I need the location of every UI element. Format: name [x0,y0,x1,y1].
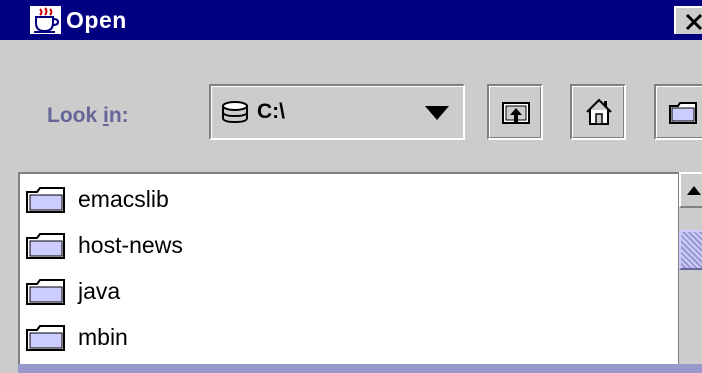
file-name: emacslib [78,186,169,212]
up-one-level-button[interactable] [487,84,543,140]
java-cup-icon [30,6,61,34]
scroll-thumb[interactable] [679,230,702,270]
file-name: mbin [78,324,128,350]
look-in-label: Look in: [47,104,129,127]
scroll-up-button[interactable] [679,172,702,208]
look-in-combo[interactable]: C:\ [209,84,465,140]
folder-icon [26,233,66,259]
folder-icon [26,279,66,305]
close-icon [685,13,702,31]
vertical-scrollbar[interactable] [678,172,702,364]
folder-icon [26,187,66,213]
folder-icon [26,325,66,351]
file-list[interactable]: emacslib host-news java mbin [18,172,678,364]
look-in-value: C:\ [257,100,285,123]
open-dialog: Open Look in: C:\ emacslib host-news jav… [0,0,702,373]
file-name: host-news [78,232,183,258]
close-button[interactable] [674,6,702,34]
chevron-down-icon[interactable] [425,106,449,125]
window-title: Open [66,7,127,33]
file-name: java [78,278,121,304]
home-button[interactable] [570,84,626,140]
title-bar[interactable]: Open [0,0,702,40]
arrow-up-icon [687,186,701,195]
new-folder-button[interactable] [654,84,702,140]
list-bottom-edge [18,364,702,373]
hard-drive-icon [221,101,249,124]
